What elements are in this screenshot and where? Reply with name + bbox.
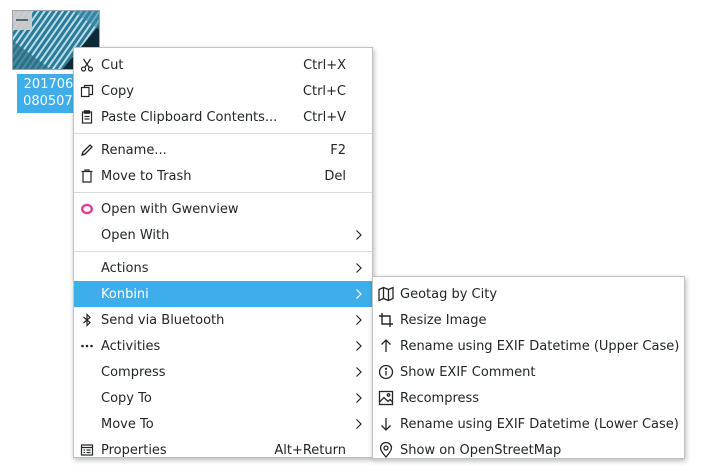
menu-item-open-with[interactable]: Open With [74,222,372,248]
menu-item-shortcut: F2 [330,142,346,158]
chevron-right-icon [356,263,362,273]
menu-item-label: Paste Clipboard Contents... [101,109,278,125]
bluetooth-icon [78,311,96,329]
submenu-item-rename-exif-upper[interactable]: Rename using EXIF Datetime (Upper Case) [373,333,684,359]
dots-icon [78,337,96,355]
menu-item-label: Konbini [101,286,149,302]
menu-item-open-with-gwenview[interactable]: Open with Gwenview [74,196,372,222]
menu-item-send-via-bluetooth[interactable]: Send via Bluetooth [74,307,372,333]
menu-item-actions[interactable]: Actions [74,255,372,281]
context-menu: Cut Ctrl+X Copy Ctrl+C Paste Clipboard C… [73,47,373,458]
menu-item-cut[interactable]: Cut Ctrl+X [74,52,372,78]
select-toggle-icon[interactable] [13,11,32,30]
menu-item-properties[interactable]: Properties Alt+Return [74,437,372,463]
properties-icon [78,441,96,459]
menu-item-label: Copy [101,83,134,99]
menu-item-konbini[interactable]: Konbini [74,281,372,307]
menu-item-compress[interactable]: Compress [74,359,372,385]
image-icon [377,389,395,407]
menu-item-paste[interactable]: Paste Clipboard Contents... Ctrl+V [74,104,372,130]
pencil-icon [78,141,96,159]
crop-icon [377,311,395,329]
menu-item-label: Move to Trash [101,168,192,184]
menu-item-activities[interactable]: Activities [74,333,372,359]
scissors-icon [78,56,96,74]
chevron-right-icon [356,419,362,429]
menu-separator [74,133,372,134]
chevron-right-icon [356,230,362,240]
submenu-item-label: Show EXIF Comment [400,364,536,380]
menu-item-shortcut: Alt+Return [274,442,346,458]
chevron-right-icon [356,341,362,351]
gwenview-icon [78,200,96,218]
submenu-item-recompress[interactable]: Recompress [373,385,684,411]
chevron-right-icon [356,289,362,299]
location-pin-icon [377,441,395,459]
menu-item-label: Copy To [101,390,152,406]
menu-item-shortcut: Ctrl+V [303,109,346,125]
info-icon [377,363,395,381]
arrow-down-icon [377,415,395,433]
menu-separator [74,192,372,193]
submenu-item-geotag-by-city[interactable]: Geotag by City [373,281,684,307]
submenu-item-rename-exif-lower[interactable]: Rename using EXIF Datetime (Lower Case) [373,411,684,437]
menu-item-rename[interactable]: Rename... F2 [74,137,372,163]
copy-icon [78,82,96,100]
menu-item-label: Rename... [101,142,167,158]
submenu-item-label: Show on OpenStreetMap [400,442,562,458]
menu-item-shortcut: Ctrl+X [303,57,346,73]
menu-item-label: Activities [101,338,161,354]
chevron-right-icon [356,315,362,325]
clipboard-icon [78,108,96,126]
konbini-submenu: Geotag by City Resize Image Rename using… [372,276,685,459]
menu-item-move-to[interactable]: Move To [74,411,372,437]
menu-item-label: Move To [101,416,154,432]
menu-item-label: Properties [101,442,167,458]
submenu-item-label: Rename using EXIF Datetime (Lower Case) [400,416,679,432]
submenu-item-show-on-openstreetmap[interactable]: Show on OpenStreetMap [373,437,684,463]
menu-item-label: Actions [101,260,149,276]
submenu-item-show-exif-comment[interactable]: Show EXIF Comment [373,359,684,385]
trash-icon [78,167,96,185]
submenu-item-label: Rename using EXIF Datetime (Upper Case) [400,338,680,354]
map-icon [377,285,395,303]
arrow-up-icon [377,337,395,355]
submenu-item-label: Resize Image [400,312,487,328]
menu-item-copy[interactable]: Copy Ctrl+C [74,78,372,104]
submenu-item-resize-image[interactable]: Resize Image [373,307,684,333]
menu-item-label: Send via Bluetooth [101,312,225,328]
chevron-right-icon [356,367,362,377]
menu-item-shortcut: Ctrl+C [302,83,346,99]
menu-item-label: Open With [101,227,170,243]
menu-item-label: Cut [101,57,124,73]
menu-separator [74,251,372,252]
menu-item-label: Open with Gwenview [101,201,239,217]
menu-item-shortcut: Del [324,168,346,184]
submenu-item-label: Recompress [400,390,480,406]
menu-item-copy-to[interactable]: Copy To [74,385,372,411]
chevron-right-icon [356,393,362,403]
submenu-item-label: Geotag by City [400,286,498,302]
menu-item-move-to-trash[interactable]: Move to Trash Del [74,163,372,189]
menu-item-label: Compress [101,364,166,380]
